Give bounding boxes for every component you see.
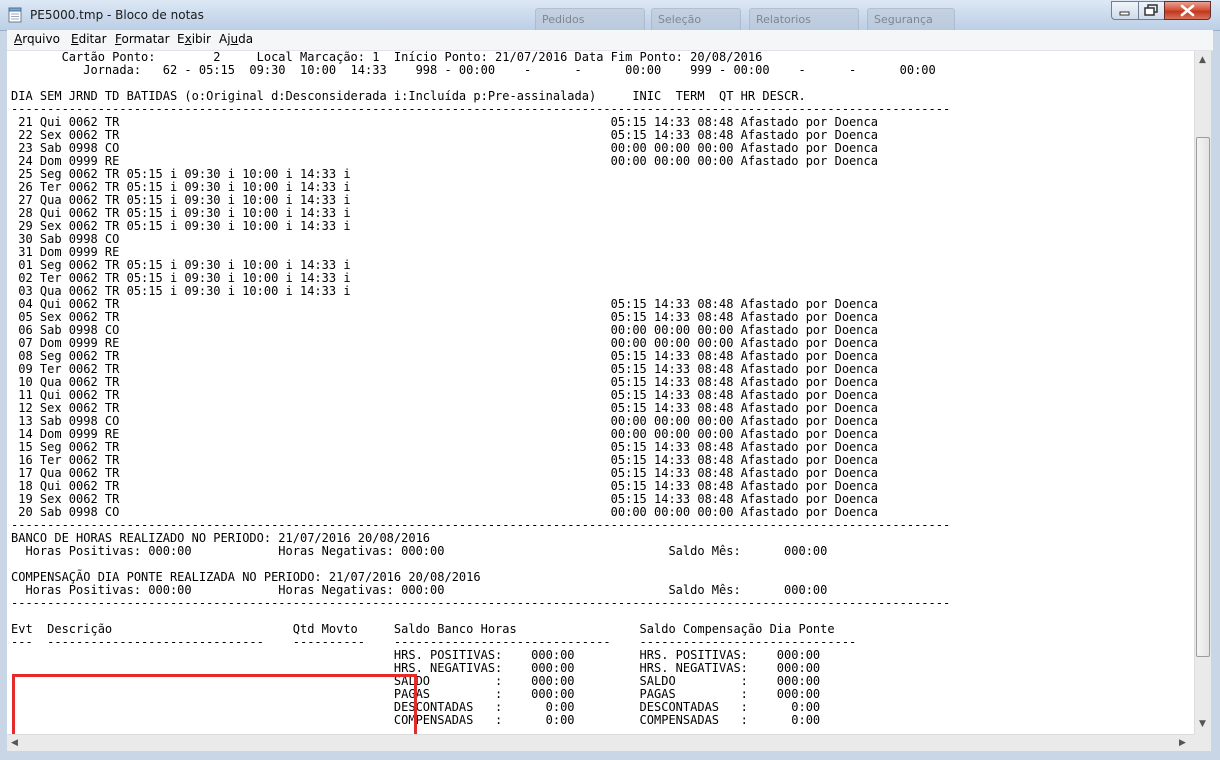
document-footer-line: Evt Descrição Qtd Movto Saldo Banco Hora…	[11, 622, 835, 636]
day-row: 15 Seg 0062 TR 05:15 14:33 08:48 Afastad…	[11, 440, 878, 454]
day-row: 08 Seg 0062 TR 05:15 14:33 08:48 Afastad…	[11, 349, 878, 363]
menu-formatar[interactable]: Formatar	[115, 32, 170, 46]
document-footer-line: --- ------------------------------ -----…	[11, 635, 857, 649]
title-bar[interactable]: PE5000.tmp - Bloco de notas Pedidos Sele…	[0, 0, 1220, 31]
menu-bar: Arquivo Editar Formatar Exibir Ajuda	[7, 30, 1213, 51]
document-footer-line: ----------------------------------------…	[11, 518, 951, 532]
day-row: 16 Ter 0062 TR 05:15 14:33 08:48 Afastad…	[11, 453, 878, 467]
document-header-line: DIA SEM JRND TD BATIDAS (o:Original d:De…	[11, 89, 806, 103]
day-row: 26 Ter 0062 TR 05:15 i 09:30 i 10:00 i 1…	[11, 180, 351, 194]
document-text: Cartão Ponto: 2 Local Marcação: 1 Início…	[11, 51, 950, 727]
scroll-down-icon[interactable]: ▼	[1199, 719, 1206, 729]
menu-arquivo[interactable]: Arquivo	[14, 32, 60, 46]
day-row: 02 Ter 0062 TR 05:15 i 09:30 i 10:00 i 1…	[11, 271, 351, 285]
document-footer-line: Horas Positivas: 000:00 Horas Negativas:…	[11, 544, 828, 558]
day-row: 05 Sex 0062 TR 05:15 14:33 08:48 Afastad…	[11, 310, 878, 324]
menu-ajuda[interactable]: Ajuda	[219, 32, 253, 46]
document-footer-line: HRS. POSITIVAS: 000:00 HRS. POSITIVAS: 0…	[11, 648, 821, 662]
day-row: 24 Dom 0999 RE 00:00 00:00 00:00 Afastad…	[11, 154, 878, 168]
background-tab: Seleção	[651, 8, 741, 30]
day-row: 07 Dom 0999 RE 00:00 00:00 00:00 Afastad…	[11, 336, 878, 350]
day-row: 13 Sab 0998 CO 00:00 00:00 00:00 Afastad…	[11, 414, 878, 428]
scrollbar-corner	[1194, 734, 1211, 751]
day-row: 14 Dom 0999 RE 00:00 00:00 00:00 Afastad…	[11, 427, 878, 441]
horizontal-scrollbar[interactable]: ◀ ▶	[7, 734, 1194, 751]
document-footer-line: BANCO DE HORAS REALIZADO NO PERIODO: 21/…	[11, 531, 431, 545]
day-row: 04 Qui 0062 TR 05:15 14:33 08:48 Afastad…	[11, 297, 878, 311]
highlight-box	[12, 674, 417, 734]
document-header-line: ----------------------------------------…	[11, 102, 951, 116]
scroll-left-icon[interactable]: ◀	[11, 738, 18, 748]
day-row: 23 Sab 0998 CO 00:00 00:00 00:00 Afastad…	[11, 141, 878, 155]
minimize-icon	[1119, 11, 1130, 16]
background-tab: Segurança	[867, 8, 955, 30]
close-icon	[1180, 4, 1195, 17]
menu-editar[interactable]: Editar	[71, 32, 107, 46]
day-row: 11 Qui 0062 TR 05:15 14:33 08:48 Afastad…	[11, 388, 878, 402]
day-row: 09 Ter 0062 TR 05:15 14:33 08:48 Afastad…	[11, 362, 878, 376]
document-footer-line: Horas Positivas: 000:00 Horas Negativas:…	[11, 583, 828, 597]
day-row: 25 Seg 0062 TR 05:15 i 09:30 i 10:00 i 1…	[11, 167, 351, 181]
day-row: 30 Sab 0998 CO	[11, 232, 120, 246]
window-title: PE5000.tmp - Bloco de notas	[30, 8, 204, 22]
day-row: 20 Sab 0998 CO 00:00 00:00 00:00 Afastad…	[11, 505, 878, 519]
day-row: 06 Sab 0998 CO 00:00 00:00 00:00 Afastad…	[11, 323, 878, 337]
vertical-scrollbar[interactable]: ▲ ▼	[1194, 51, 1211, 734]
document-footer-line: HRS. NEGATIVAS: 000:00 HRS. NEGATIVAS: 0…	[11, 661, 821, 675]
day-row: 22 Sex 0062 TR 05:15 14:33 08:48 Afastad…	[11, 128, 878, 142]
day-row: 12 Sex 0062 TR 05:15 14:33 08:48 Afastad…	[11, 401, 878, 415]
day-row: 29 Sex 0062 TR 05:15 i 09:30 i 10:00 i 1…	[11, 219, 351, 233]
vertical-scroll-thumb[interactable]	[1196, 137, 1210, 657]
background-tab: Pedidos	[535, 8, 645, 30]
day-row: 27 Qua 0062 TR 05:15 i 09:30 i 10:00 i 1…	[11, 193, 351, 207]
scroll-right-icon[interactable]: ▶	[1179, 738, 1186, 748]
day-row: 18 Qui 0062 TR 05:15 14:33 08:48 Afastad…	[11, 479, 878, 493]
document-footer-line: ----------------------------------------…	[11, 596, 951, 610]
background-tab: Relatorios	[749, 8, 859, 30]
day-row: 10 Qua 0062 TR 05:15 14:33 08:48 Afastad…	[11, 375, 878, 389]
day-row: 28 Qui 0062 TR 05:15 i 09:30 i 10:00 i 1…	[11, 206, 351, 220]
minimize-button[interactable]	[1111, 1, 1139, 20]
close-button[interactable]	[1164, 1, 1211, 20]
restore-icon	[1144, 4, 1158, 16]
day-row: 03 Qua 0062 TR 05:15 i 09:30 i 10:00 i 1…	[11, 284, 351, 298]
day-row: 01 Seg 0062 TR 05:15 i 09:30 i 10:00 i 1…	[11, 258, 351, 272]
text-editor[interactable]: Cartão Ponto: 2 Local Marcação: 1 Início…	[7, 51, 1194, 734]
day-row: 31 Dom 0999 RE	[11, 245, 120, 259]
document-header-line: Jornada: 62 - 05:15 09:30 10:00 14:33 99…	[11, 63, 936, 77]
day-row: 21 Qui 0062 TR 05:15 14:33 08:48 Afastad…	[11, 115, 878, 129]
scroll-up-icon[interactable]: ▲	[1199, 55, 1206, 65]
document-footer-line: COMPENSAÇÃO DIA PONTE REALIZADA NO PERIO…	[11, 570, 481, 584]
notepad-icon	[8, 7, 22, 23]
day-row: 19 Sex 0062 TR 05:15 14:33 08:48 Afastad…	[11, 492, 878, 506]
menu-exibir[interactable]: Exibir	[177, 32, 211, 46]
maximize-button[interactable]	[1138, 1, 1165, 20]
day-row: 17 Qua 0062 TR 05:15 14:33 08:48 Afastad…	[11, 466, 878, 480]
